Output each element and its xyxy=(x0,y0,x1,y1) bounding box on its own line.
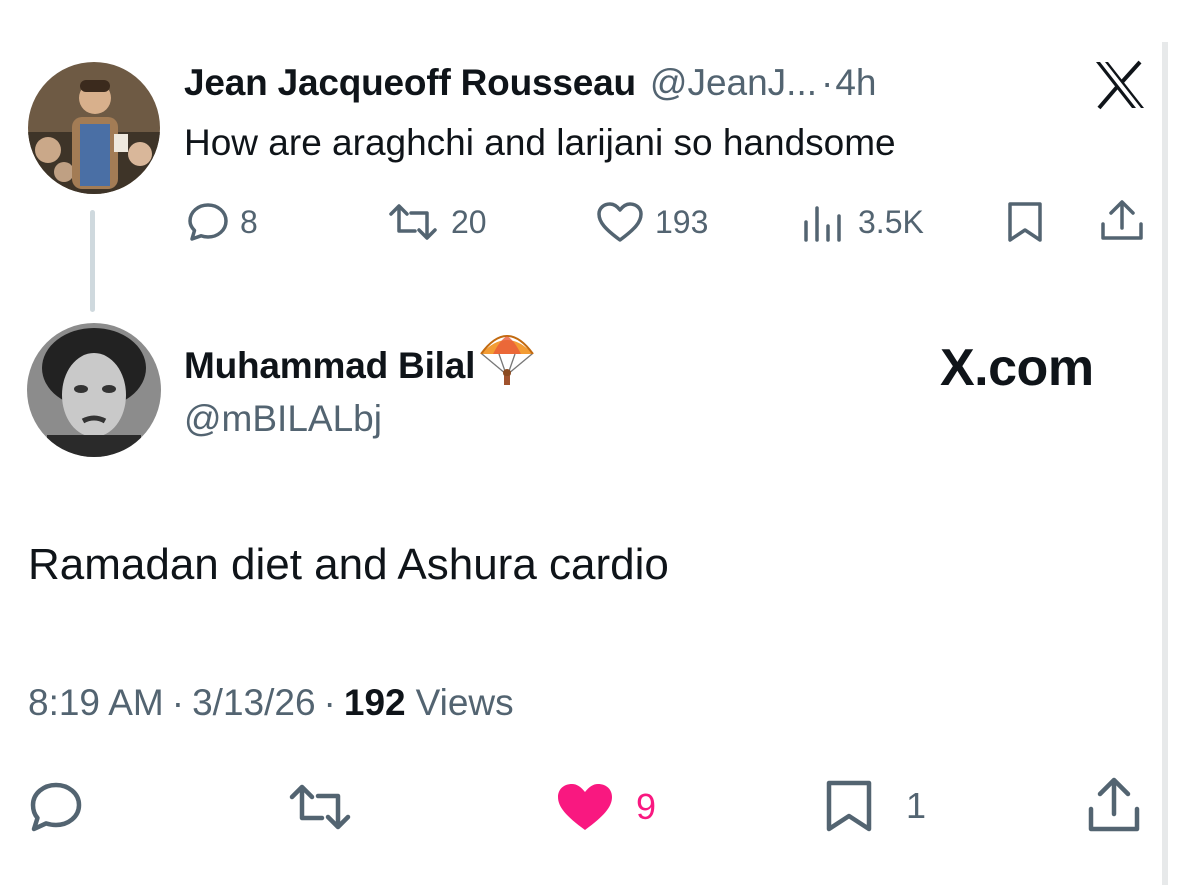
views-count: 192 xyxy=(343,682,406,723)
avatar-muhammad-bilal[interactable] xyxy=(27,323,161,457)
reply-button[interactable] xyxy=(28,780,84,834)
reply-count: 8 xyxy=(240,203,258,240)
main-tweet-text: Ramadan diet and Ashura cardio xyxy=(28,540,669,589)
tweet-time[interactable]: 4h xyxy=(835,62,876,104)
like-count: 9 xyxy=(636,786,657,827)
quoted-tweet-header: Jean Jacqueoff Rousseau @JeanJ... · 4h xyxy=(184,62,877,104)
like-button[interactable]: 193 xyxy=(595,200,708,244)
bookmark-count: 1 xyxy=(906,785,927,826)
author-handle[interactable]: @mBILALbj xyxy=(184,398,382,440)
like-count: 193 xyxy=(655,203,709,240)
reply-icon xyxy=(28,780,84,834)
author-name[interactable]: Muhammad Bilal xyxy=(184,345,475,387)
retweet-count: 20 xyxy=(451,203,487,240)
quoted-tweet-text: How are araghchi and larijani so handsom… xyxy=(184,122,896,163)
bookmark-button[interactable] xyxy=(1004,200,1046,244)
avatar-jean-jacqueoff[interactable] xyxy=(28,62,160,194)
bookmark-button[interactable]: 1 xyxy=(822,778,926,834)
bookmark-icon xyxy=(822,778,876,834)
bookmark-icon xyxy=(1004,200,1046,244)
tweet-date[interactable]: 3/13/26 xyxy=(192,682,315,724)
like-icon xyxy=(554,780,616,834)
main-tweet-header: Muhammad Bilal xyxy=(184,334,537,393)
reply-icon xyxy=(186,200,230,244)
share-button[interactable] xyxy=(1098,198,1146,244)
views-label: Views xyxy=(415,682,514,723)
views-button[interactable]: 3.5K xyxy=(802,200,924,244)
like-button[interactable]: 9 xyxy=(554,780,656,834)
author-handle[interactable]: @JeanJ... xyxy=(650,62,817,104)
tweet-meta: 8:19 AM · 3/13/26 · 192 Views xyxy=(28,682,514,724)
share-button[interactable] xyxy=(1086,776,1142,834)
retweet-button[interactable] xyxy=(286,780,354,834)
views-icon xyxy=(802,200,848,244)
retweet-button[interactable]: 20 xyxy=(385,200,487,244)
xcom-watermark: X.com xyxy=(940,339,1094,397)
retweet-icon xyxy=(385,200,441,244)
author-name[interactable]: Jean Jacqueoff Rousseau xyxy=(184,62,636,104)
thread-connector-line xyxy=(90,210,95,312)
scrollbar-track[interactable] xyxy=(1162,42,1168,885)
meta-separator: · xyxy=(171,682,185,723)
tweet-time[interactable]: 8:19 AM xyxy=(28,682,164,724)
like-icon xyxy=(595,200,645,244)
views-count: 3.5K xyxy=(858,203,924,240)
meta-separator: · xyxy=(323,682,336,723)
x-logo-icon[interactable] xyxy=(1094,60,1146,110)
retweet-icon xyxy=(286,780,354,834)
reply-button[interactable]: 8 xyxy=(186,200,258,244)
share-icon xyxy=(1098,198,1146,244)
header-separator: · xyxy=(821,62,834,103)
share-icon xyxy=(1086,776,1142,834)
parachute-emoji-icon xyxy=(477,332,537,393)
